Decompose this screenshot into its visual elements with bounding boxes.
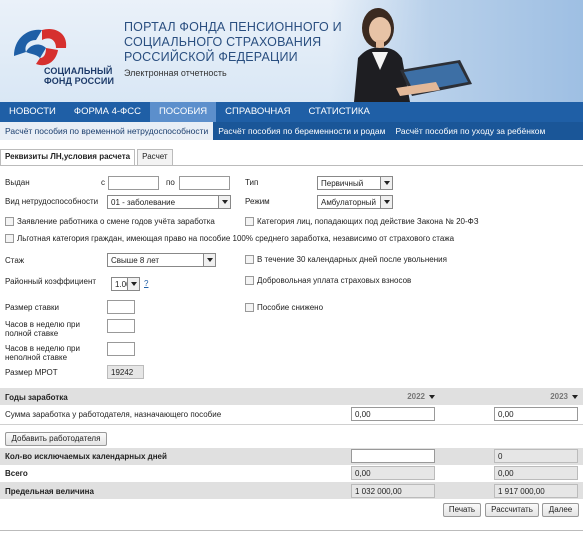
nav-statistics[interactable]: СТАТИСТИКА <box>299 102 378 122</box>
total-year2: 0,00 <box>494 466 578 480</box>
chk-voluntary[interactable] <box>245 276 254 285</box>
chevron-down-icon[interactable] <box>572 394 578 399</box>
portal-title-line2: СОЦИАЛЬНОГО СТРАХОВАНИЯ <box>124 35 322 49</box>
year2-value: 2023 <box>550 392 568 401</box>
portal-title: ПОРТАЛ ФОНДА ПЕНСИОННОГО И СОЦИАЛЬНОГО С… <box>124 20 342 65</box>
chk-law-category[interactable] <box>245 217 254 226</box>
portal-subtitle: Электронная отчетность <box>124 68 227 78</box>
limit-year2: 1 917 000,00 <box>494 484 578 498</box>
mode-select[interactable]: Амбулаторный <box>317 195 393 209</box>
subnav-childcare[interactable]: Расчёт пособия по уходу за ребёнком <box>390 122 550 140</box>
chk-years-change[interactable] <box>5 217 14 226</box>
rate-label: Размер ставки <box>5 303 59 312</box>
disability-type-select[interactable]: 01 - заболевание <box>107 195 231 209</box>
years-header-row <box>0 388 583 405</box>
nav-news[interactable]: НОВОСТИ <box>0 102 65 122</box>
hours-full-label: Часов в неделю при полной ставке <box>5 320 80 338</box>
site-header: СОЦИАЛЬНЫЙ ФОНД РОССИИ ПОРТАЛ ФОНДА ПЕНС… <box>0 0 583 102</box>
to-label: по <box>166 178 175 187</box>
chevron-down-icon[interactable] <box>218 196 230 208</box>
chk-voluntary-label: Добровольная уплата страховых взносов <box>257 276 412 285</box>
subnav-temporary-disability[interactable]: Расчёт пособия по временной нетрудоспосо… <box>0 122 214 140</box>
nav-benefits[interactable]: ПОСОБИЯ <box>149 102 217 122</box>
print-button[interactable]: Печать <box>443 503 481 517</box>
sum-year1-input[interactable]: 0,00 <box>351 407 435 421</box>
hours-part-label: Часов в неделю при неполной ставке <box>5 344 80 362</box>
sum-year2-input[interactable]: 0,00 <box>494 407 578 421</box>
add-employer-button[interactable]: Добавить работодателя <box>5 432 107 446</box>
chk-reduced-label: Пособие снижено <box>257 303 324 312</box>
disability-type-value: 01 - заболевание <box>111 198 176 207</box>
chk-years-change-label: Заявление работника о смене годов учёта … <box>17 217 215 226</box>
regional-coef-label: Районный коэффициент <box>5 277 97 286</box>
chevron-down-icon[interactable] <box>127 278 139 290</box>
chk-30days-label: В течение 30 календарных дней после увол… <box>257 255 447 264</box>
excluded-days-label: Кол-во исключаемых календарных дней <box>5 452 167 461</box>
nav-reference[interactable]: СПРАВОЧНАЯ <box>216 102 299 122</box>
chevron-down-icon[interactable] <box>380 196 392 208</box>
portal-title-line1: ПОРТАЛ ФОНДА ПЕНСИОННОГО И <box>124 20 342 34</box>
hours-full-label-line1: Часов в неделю при <box>5 320 80 329</box>
divider <box>0 424 583 425</box>
from-label: с <box>101 178 105 187</box>
regional-coef-help-link[interactable]: ? <box>144 279 148 288</box>
excluded-days-value: 0 <box>494 449 578 463</box>
portal-title-line3: РОССИЙСКОЙ ФЕДЕРАЦИИ <box>124 50 298 64</box>
type-select-value: Первичный <box>321 179 364 188</box>
excluded-days-input[interactable] <box>351 449 435 463</box>
mode-select-value: Амбулаторный <box>321 198 377 207</box>
chevron-down-icon[interactable] <box>429 394 435 399</box>
chevron-down-icon[interactable] <box>203 254 215 266</box>
experience-label: Стаж <box>5 256 25 265</box>
sub-nav: Расчёт пособия по временной нетрудоспосо… <box>0 122 583 140</box>
experience-select[interactable]: Свыше 8 лет <box>107 253 216 267</box>
total-year1: 0,00 <box>351 466 435 480</box>
rate-input[interactable] <box>107 300 135 314</box>
logo-text-line2: ФОНД РОССИИ <box>44 76 115 86</box>
year1-value: 2022 <box>407 392 425 401</box>
hours-part-label-line1: Часов в неделю при <box>5 344 80 353</box>
type-select[interactable]: Первичный <box>317 176 393 190</box>
woman-with-laptop-illustration <box>354 8 472 102</box>
date-from-input[interactable] <box>108 176 159 190</box>
disability-type-label: Вид нетрудоспособности <box>5 197 99 206</box>
type-label: Тип <box>245 178 259 187</box>
next-button[interactable]: Далее <box>542 503 579 517</box>
chk-privileged[interactable] <box>5 234 14 243</box>
tab-divider <box>0 165 583 166</box>
logo-text: СОЦИАЛЬНЫЙ ФОНД РОССИИ <box>44 66 114 86</box>
bottom-divider <box>0 530 583 531</box>
experience-value: Свыше 8 лет <box>111 256 160 265</box>
mrot-label: Размер МРОТ <box>5 368 58 377</box>
chk-30days[interactable] <box>245 255 254 264</box>
subnav-maternity[interactable]: Расчёт пособия по беременности и родам <box>213 122 390 140</box>
issued-label: Выдан <box>5 178 30 187</box>
limit-year1: 1 032 000,00 <box>351 484 435 498</box>
mode-label: Режим <box>245 197 270 206</box>
years-label: Годы заработка <box>5 393 68 402</box>
main-nav: НОВОСТИ ФОРМА 4-ФСС ПОСОБИЯ СПРАВОЧНАЯ С… <box>0 102 583 122</box>
date-to-input[interactable] <box>179 176 230 190</box>
year2-select[interactable]: 2023 <box>533 390 578 403</box>
chk-law-category-label: Категория лиц, попадающих под действие З… <box>257 217 479 226</box>
sum-label: Сумма заработка у работодателя, назначаю… <box>5 410 222 419</box>
logo-text-line1: СОЦИАЛЬНЫЙ <box>44 66 113 76</box>
limit-label: Предельная величина <box>5 487 94 496</box>
nav-form-4fss[interactable]: ФОРМА 4-ФСС <box>65 102 150 122</box>
hours-part-label-line2: неполной ставке <box>5 353 68 362</box>
regional-coef-select[interactable]: 1.00 <box>111 277 140 291</box>
calculate-button[interactable]: Рассчитать <box>485 503 539 517</box>
hours-part-input[interactable] <box>107 342 135 356</box>
tab-bar: Реквизиты ЛН,условия расчета Расчет <box>0 149 175 165</box>
total-label: Всего <box>5 469 28 478</box>
hours-full-label-line2: полной ставке <box>5 329 59 338</box>
hours-full-input[interactable] <box>107 319 135 333</box>
tab-calculation[interactable]: Расчет <box>137 149 173 165</box>
chevron-down-icon[interactable] <box>380 177 392 189</box>
chk-reduced[interactable] <box>245 303 254 312</box>
chk-privileged-label: Льготная категория граждан, имеющая прав… <box>17 234 455 243</box>
tab-requisites[interactable]: Реквизиты ЛН,условия расчета <box>0 149 136 165</box>
year1-select[interactable]: 2022 <box>390 390 435 403</box>
mrot-value: 19242 <box>107 365 144 379</box>
